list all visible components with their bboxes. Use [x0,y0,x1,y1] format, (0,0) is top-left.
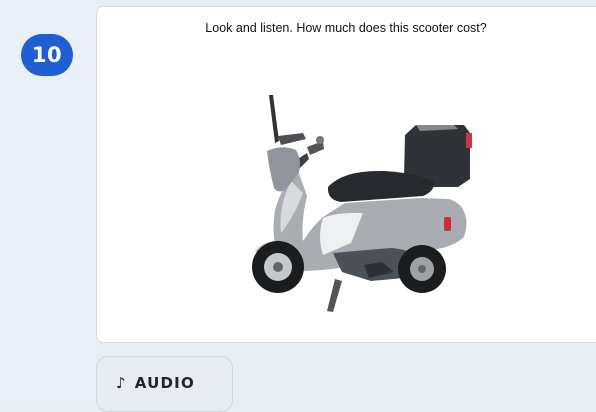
question-prompt: Look and listen. How much does this scoo… [205,21,487,35]
question-number-badge: 10 [21,34,73,76]
music-note-icon: ♪ [116,374,127,392]
audio-button-label: AUDIO [134,374,195,392]
question-card: Look and listen. How much does this scoo… [96,6,596,343]
scooter-image [252,95,472,312]
audio-button[interactable]: ♪ AUDIO [96,356,233,412]
